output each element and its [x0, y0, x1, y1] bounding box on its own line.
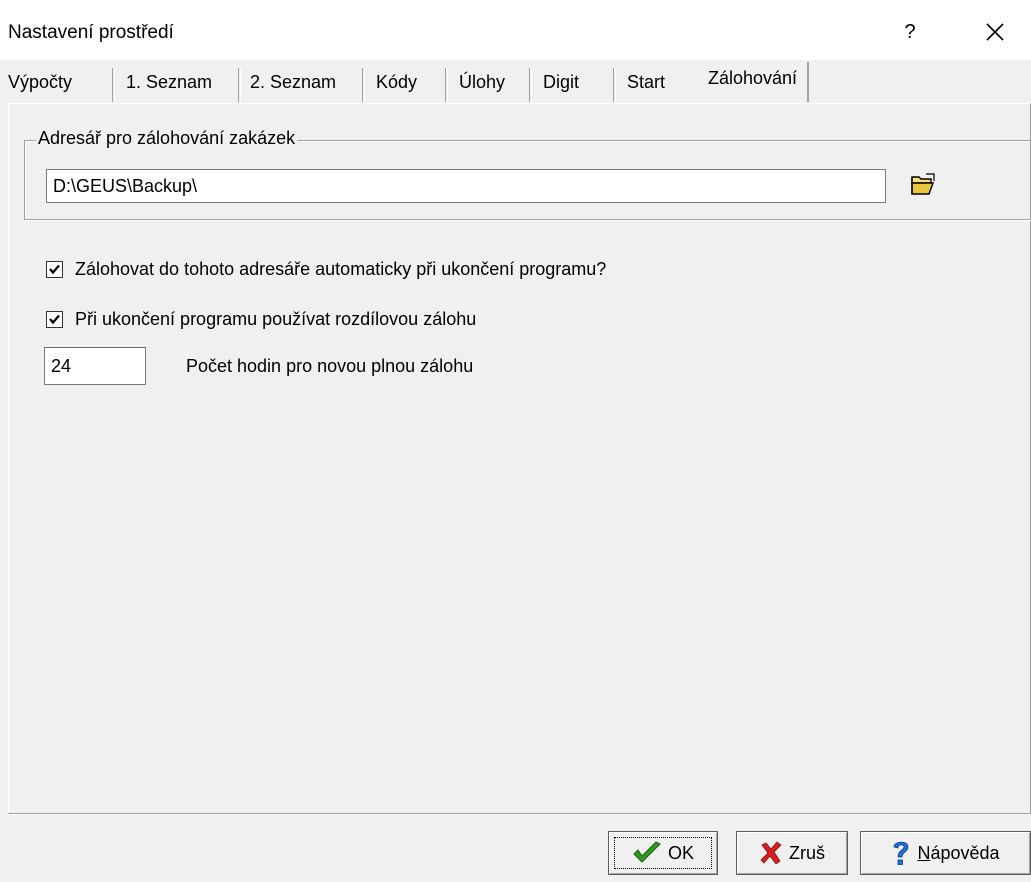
cancel-x-icon — [759, 841, 783, 865]
folder-open-icon — [911, 173, 935, 195]
group-label: Adresář pro zálohování zakázek — [36, 128, 298, 149]
help-button[interactable]: Nápověda — [860, 831, 1031, 875]
tab-strip: Výpočty 1. Seznam 2. Seznam Kódy Úlohy D… — [0, 60, 1031, 104]
help-accelerator: N — [917, 842, 931, 863]
button-bar-separator — [8, 813, 1031, 815]
focus-rectangle — [614, 837, 712, 869]
question-icon: ? — [904, 20, 916, 43]
full-backup-hours-label: Počet hodin pro novou plnou zálohu — [186, 356, 474, 376]
tab-separator — [112, 68, 115, 102]
tab-vypocty[interactable]: Výpočty — [8, 68, 72, 102]
auto-backup-row[interactable]: Zálohovat do tohoto adresáře automaticky… — [46, 256, 606, 282]
title-bar: Nastavení prostředí ? — [0, 0, 1031, 60]
help-label-rest: ápověda — [930, 842, 1000, 863]
auto-backup-label: Zálohovat do tohoto adresáře automaticky… — [75, 258, 607, 279]
help-label: Nápověda — [917, 843, 999, 864]
ok-button[interactable]: OK — [608, 831, 718, 875]
tab-separator — [529, 68, 532, 102]
cancel-button[interactable]: Zruš — [736, 831, 848, 875]
full-backup-hours-input[interactable] — [44, 347, 146, 385]
diff-backup-checkbox[interactable] — [46, 310, 63, 328]
cancel-label: Zruš — [789, 842, 825, 863]
close-icon — [986, 23, 1004, 41]
tab-ulohy[interactable]: Úlohy — [459, 68, 505, 102]
close-button[interactable] — [968, 12, 1022, 52]
tab-separator — [613, 68, 616, 102]
window-title: Nastavení prostředí — [8, 22, 174, 43]
diff-backup-label: Při ukončení programu používat rozdílovo… — [75, 308, 477, 329]
tab-start[interactable]: Start — [627, 68, 665, 102]
tab-separator — [362, 68, 365, 102]
tab-kody[interactable]: Kódy — [376, 68, 417, 102]
tab-zalohovani[interactable]: Zálohování — [700, 62, 810, 102]
browse-folder-button[interactable] — [906, 166, 940, 202]
tab-separator — [238, 68, 241, 102]
backup-directory-input[interactable] — [46, 169, 886, 203]
context-help-button[interactable]: ? — [892, 12, 928, 52]
checkmark-icon — [632, 841, 662, 865]
tab-seznam-1[interactable]: 1. Seznam — [126, 68, 212, 102]
auto-backup-checkbox[interactable] — [46, 260, 63, 278]
diff-backup-row[interactable]: Při ukončení programu používat rozdílovo… — [46, 306, 476, 332]
help-question-icon — [891, 839, 911, 867]
ok-label: OK — [667, 842, 694, 863]
tab-seznam-2[interactable]: 2. Seznam — [250, 68, 336, 102]
checkmark-icon — [49, 264, 60, 274]
checkmark-icon — [49, 314, 60, 324]
tab-separator — [445, 68, 448, 102]
tab-digit[interactable]: Digit — [543, 68, 579, 102]
